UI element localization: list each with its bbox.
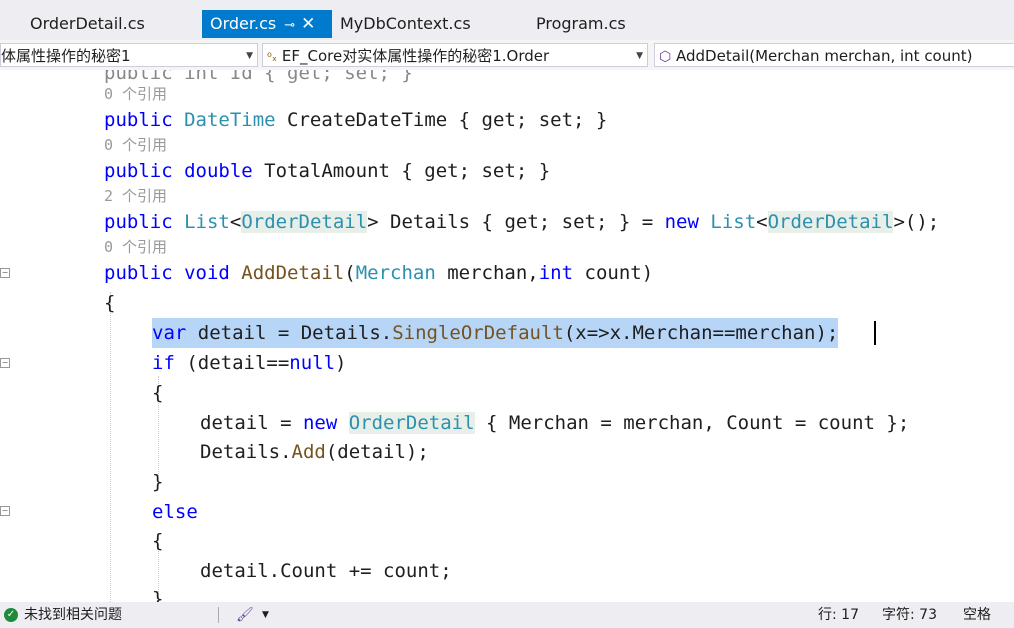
tab-label: MyDbContext.cs (340, 14, 471, 33)
chevron-down-icon[interactable]: ▼ (262, 602, 269, 628)
project-name: 体属性操作的秘密1 (1, 47, 131, 65)
codelens-references[interactable]: 2 个引用 (104, 186, 167, 206)
chevron-down-icon: ▼ (246, 51, 253, 61)
codelens-references[interactable]: 0 个引用 (104, 135, 167, 155)
code-line: } (152, 471, 164, 493)
gutter: − − − (0, 70, 20, 602)
indent-guide (110, 292, 111, 602)
collapse-icon[interactable]: − (0, 506, 10, 516)
code-editor[interactable]: − − − public int Id { get; set; } 0 个引用 … (0, 70, 1014, 602)
check-icon: ✓ (4, 608, 18, 622)
divider (218, 607, 219, 623)
code-line: public double TotalAmount { get; set; } (104, 160, 551, 182)
code-line: public List<OrderDetail> Details { get; … (104, 211, 940, 233)
code-line: detail = new OrderDetail { Merchan = mer… (200, 412, 910, 434)
method-icon: ⬡ (659, 49, 672, 65)
codelens-references[interactable]: 0 个引用 (104, 84, 167, 104)
collapse-icon[interactable]: − (0, 358, 10, 368)
code-line: public void AddDetail(Merchan merchan,in… (104, 262, 654, 284)
code-line: } (152, 588, 164, 602)
class-name: EF_Core对实体属性操作的秘密1.Order (281, 47, 550, 65)
tab-program[interactable]: Program.cs (514, 10, 682, 38)
code-line: { (152, 530, 164, 552)
code-line: { (152, 382, 164, 404)
selected-code-line: var detail = Details.SingleOrDefault(x=>… (152, 318, 839, 348)
navigation-bar: 体属性操作的秘密1 ▼ ⁰ₓ EF_Core对实体属性操作的秘密1.Order … (0, 40, 1014, 71)
tab-label: Order.cs (210, 14, 277, 33)
codelens-references[interactable]: 0 个引用 (104, 237, 167, 257)
code-line: detail.Count += count; (200, 560, 452, 582)
code-line: if (detail==null) (152, 352, 347, 374)
chevron-down-icon: ▼ (636, 51, 643, 61)
tab-label: Program.cs (536, 14, 626, 33)
project-dropdown[interactable]: 体属性操作的秘密1 ▼ (0, 43, 258, 67)
tab-orderdetail[interactable]: OrderDetail.cs (22, 10, 202, 38)
member-dropdown[interactable]: ⬡ AddDetail(Merchan merchan, int count) (654, 43, 1014, 67)
char-indicator[interactable]: 字符: 73 (882, 602, 937, 628)
code-line: Details.Add(detail); (200, 441, 429, 463)
status-bar: ✓ 未找到相关问题 🖌 ▼ 行: 17 字符: 73 空格 (0, 602, 1014, 628)
code-line: else (152, 501, 198, 523)
class-dropdown[interactable]: ⁰ₓ EF_Core对实体属性操作的秘密1.Order ▼ (262, 43, 648, 67)
collapse-icon[interactable]: − (0, 268, 10, 278)
document-tab-bar: OrderDetail.cs Order.cs ⊸ ✕ MyDbContext.cs… (0, 0, 1014, 40)
class-icon: ⁰ₓ (267, 50, 278, 64)
tab-mydbcontext[interactable]: MyDbContext.cs (332, 10, 514, 38)
tab-order[interactable]: Order.cs ⊸ ✕ (202, 10, 332, 38)
code-line: { (104, 292, 116, 314)
code-line: public DateTime CreateDateTime { get; se… (104, 109, 608, 131)
line-indicator[interactable]: 行: 17 (818, 602, 859, 628)
whitespace-indicator[interactable]: 空格 (963, 602, 991, 628)
member-name: AddDetail(Merchan merchan, int count) (676, 47, 973, 65)
brush-icon[interactable]: 🖌 (236, 602, 254, 628)
close-icon[interactable]: ✕ (301, 14, 315, 34)
tab-label: OrderDetail.cs (30, 14, 145, 33)
pin-icon[interactable]: ⊸ (284, 18, 295, 33)
issues-status[interactable]: 未找到相关问题 (24, 602, 122, 628)
text-cursor (874, 321, 876, 345)
